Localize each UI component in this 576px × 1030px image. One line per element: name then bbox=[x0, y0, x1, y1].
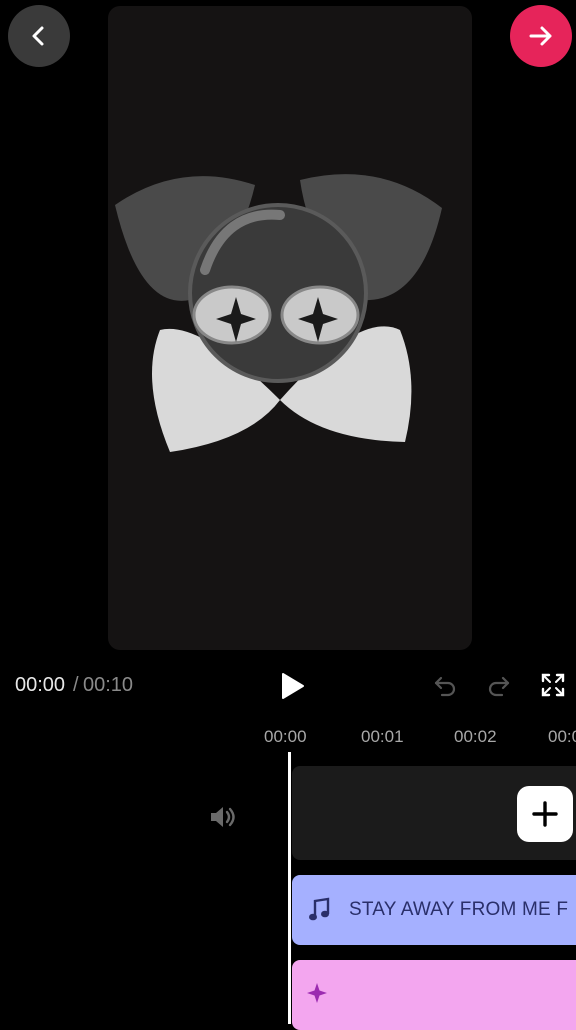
redo-icon[interactable] bbox=[486, 672, 512, 698]
playback-controls: 00:00 / 00:10 bbox=[0, 660, 576, 710]
plus-icon bbox=[532, 801, 558, 827]
chevron-left-icon bbox=[32, 26, 44, 46]
timeline-tick: 00:01 bbox=[361, 727, 404, 746]
music-note-icon bbox=[309, 897, 330, 921]
undo-icon[interactable] bbox=[432, 672, 458, 698]
fullscreen-icon[interactable] bbox=[540, 672, 566, 698]
audio-track-title: STAY AWAY FROM ME F bbox=[349, 899, 569, 920]
add-clip-button[interactable] bbox=[517, 786, 573, 842]
playhead[interactable] bbox=[288, 752, 291, 1024]
effect-track[interactable] bbox=[292, 960, 576, 1030]
back-button[interactable] bbox=[8, 5, 70, 67]
current-time: 00:00 bbox=[15, 674, 66, 696]
sparkle-icon bbox=[307, 983, 327, 1003]
total-time: 00:10 bbox=[83, 674, 134, 696]
play-icon[interactable] bbox=[276, 670, 308, 702]
next-button[interactable] bbox=[510, 5, 572, 67]
volume-icon[interactable] bbox=[206, 800, 240, 834]
audio-track[interactable]: STAY AWAY FROM ME F bbox=[292, 875, 576, 945]
timeline-tick: 00:02 bbox=[454, 727, 497, 746]
timeline-tick: 00:0 bbox=[548, 727, 576, 746]
arrow-right-icon bbox=[529, 26, 552, 46]
cartoon-bunny-face-icon bbox=[115, 174, 442, 452]
timeline-tick: 00:00 bbox=[264, 727, 307, 746]
video-preview[interactable] bbox=[108, 6, 472, 650]
time-separator: / bbox=[73, 674, 79, 696]
